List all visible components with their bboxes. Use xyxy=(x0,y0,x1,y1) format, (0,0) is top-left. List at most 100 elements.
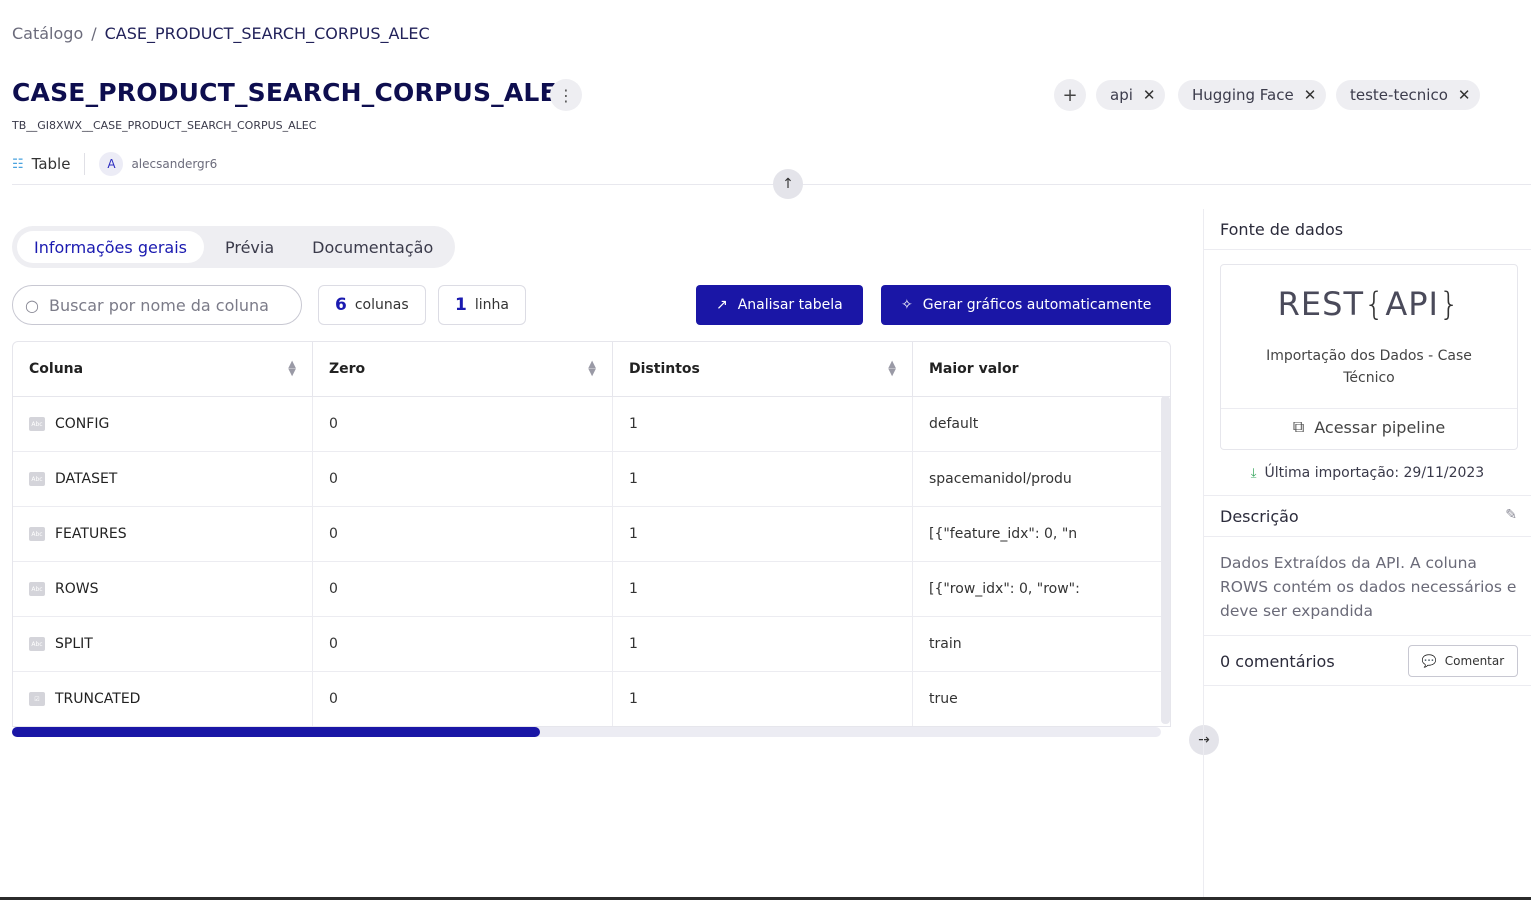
column-name: SPLIT xyxy=(55,636,93,652)
distinct-cell: 1 xyxy=(613,617,913,671)
add-tag-button[interactable]: + xyxy=(1054,79,1086,111)
comment-button[interactable]: 💬 Comentar xyxy=(1408,645,1518,677)
access-pipeline-label: Acessar pipeline xyxy=(1314,417,1446,437)
tag-label: teste-tecnico xyxy=(1350,86,1448,104)
horizontal-scrollbar-thumb[interactable] xyxy=(12,727,540,737)
zero-cell: 0 xyxy=(313,397,613,451)
comment-icon: 💬 xyxy=(1421,654,1437,668)
divider xyxy=(1204,536,1531,537)
last-import: ⤓ Última importação: 29/11/2023 xyxy=(1204,465,1531,481)
zero-cell: 0 xyxy=(313,507,613,561)
text-type-icon: Abc xyxy=(29,417,45,431)
column-search: ○ xyxy=(12,285,302,325)
owner-name[interactable]: alecsandergr6 xyxy=(131,157,217,171)
distinct-cell: 1 xyxy=(613,562,913,616)
more-options-icon[interactable]: ⋮ xyxy=(550,79,582,111)
data-source-card: REST{API} Importação dos Dados - Case Té… xyxy=(1220,264,1518,450)
breadcrumb-current: CASE_PRODUCT_SEARCH_CORPUS_ALEC xyxy=(104,24,430,43)
sort-icon[interactable]: ▲ ▼ xyxy=(888,360,896,378)
search-input[interactable] xyxy=(48,295,279,315)
external-link-icon: ⧉ xyxy=(1292,417,1305,436)
zero-cell: 0 xyxy=(313,617,613,671)
column-name: ROWS xyxy=(55,581,99,597)
zero-cell: 0 xyxy=(313,672,613,726)
tag-teste-tecnico: teste-tecnico ✕ xyxy=(1336,80,1481,110)
trending-up-icon: ↗ xyxy=(716,297,728,313)
data-source-title: Fonte de dados xyxy=(1220,220,1344,239)
description-text: Dados Extraídos da API. A coluna ROWS co… xyxy=(1220,554,1517,620)
tag-api: api ✕ xyxy=(1096,80,1166,110)
table-header: Coluna ▲ ▼ Zero ▲ ▼ Distintos ▲ ▼ Maior val… xyxy=(13,342,1170,397)
divider xyxy=(1204,249,1531,250)
generate-charts-button[interactable]: ✧ Gerar gráficos automaticamente xyxy=(881,285,1172,325)
boolean-type-icon: ☑ xyxy=(29,692,45,706)
table-row[interactable]: Abc DATASET 0 1 spacemanidol/produ xyxy=(13,452,1170,507)
divider xyxy=(1221,408,1517,409)
sort-icon[interactable]: ▲ ▼ xyxy=(588,360,596,378)
header-label: Coluna xyxy=(29,361,84,377)
breadcrumb-separator: / xyxy=(91,24,97,43)
access-pipeline-link[interactable]: ⧉ Acessar pipeline xyxy=(1221,417,1517,437)
logo-rest-text: REST xyxy=(1277,285,1364,323)
max-value-cell: default xyxy=(929,416,979,432)
collapse-header-icon[interactable]: ↑ xyxy=(773,169,803,199)
download-icon: ⤓ xyxy=(1250,465,1257,481)
rows-count-badge: 1 linha xyxy=(438,285,526,325)
divider xyxy=(1204,635,1531,636)
breadcrumb-root[interactable]: Catálogo xyxy=(12,24,83,43)
table-identifier: TB__GI8XWX__CASE_PRODUCT_SEARCH_CORPUS_A… xyxy=(12,119,317,132)
distinct-cell: 1 xyxy=(613,507,913,561)
columns-table: Coluna ▲ ▼ Zero ▲ ▼ Distintos ▲ ▼ Maior val… xyxy=(12,341,1171,727)
vertical-scrollbar[interactable] xyxy=(1161,396,1170,724)
table-row[interactable]: Abc ROWS 0 1 [{"row_idx": 0, "row": xyxy=(13,562,1170,617)
description-title: Descrição xyxy=(1220,507,1299,526)
comment-label: Comentar xyxy=(1444,654,1505,668)
last-import-label: Última importação: 29/11/2023 xyxy=(1264,465,1485,481)
pencil-icon[interactable]: ✎ xyxy=(1505,507,1517,523)
zero-cell: 0 xyxy=(313,452,613,506)
table-row[interactable]: Abc FEATURES 0 1 [{"feature_idx": 0, "n xyxy=(13,507,1170,562)
max-value-cell: [{"feature_idx": 0, "n xyxy=(929,526,1078,542)
columns-label: colunas xyxy=(354,297,409,313)
header-label: Zero xyxy=(329,361,366,377)
column-header-distintos[interactable]: Distintos ▲ ▼ xyxy=(613,342,913,396)
data-source-name: Importação dos Dados - Case Técnico xyxy=(1266,348,1472,386)
zero-cell: 0 xyxy=(313,562,613,616)
divider xyxy=(1204,685,1531,686)
page-title: CASE_PRODUCT_SEARCH_CORPUS_ALEC xyxy=(12,78,576,107)
table-icon: ☷ xyxy=(12,156,24,172)
tag-hugging-face: Hugging Face ✕ xyxy=(1178,80,1327,110)
tag-label: api xyxy=(1110,86,1133,104)
table-meta: ☷ Table A alecsandergr6 xyxy=(12,152,217,176)
distinct-cell: 1 xyxy=(613,452,913,506)
table-row[interactable]: Abc CONFIG 0 1 default xyxy=(13,397,1170,452)
text-type-icon: Abc xyxy=(29,637,45,651)
column-name: TRUNCATED xyxy=(55,691,141,707)
header-label: Maior valor xyxy=(929,361,1019,377)
distinct-cell: 1 xyxy=(613,397,913,451)
tag-label: Hugging Face xyxy=(1192,86,1294,104)
column-header-zero[interactable]: Zero ▲ ▼ xyxy=(313,342,613,396)
max-value-cell: [{"row_idx": 0, "row": xyxy=(929,581,1080,597)
column-name: FEATURES xyxy=(55,526,127,542)
column-header-maior-valor[interactable]: Maior valor xyxy=(913,342,1170,396)
avatar: A xyxy=(99,152,124,176)
search-icon: ○ xyxy=(25,295,39,315)
sort-icon[interactable]: ▲ ▼ xyxy=(288,360,296,378)
tab-bar: Informações gerais Prévia Documentação xyxy=(12,226,456,268)
analyze-table-button[interactable]: ↗ Analisar tabela xyxy=(696,285,863,325)
magic-wand-icon: ✧ xyxy=(901,297,913,313)
table-type-label: Table xyxy=(31,155,71,173)
remove-tag-icon[interactable]: ✕ xyxy=(1304,86,1317,104)
table-row[interactable]: ☑ TRUNCATED 0 1 true xyxy=(13,672,1170,726)
remove-tag-icon[interactable]: ✕ xyxy=(1458,86,1471,104)
max-value-cell: true xyxy=(929,691,958,707)
analyze-table-label: Analisar tabela xyxy=(737,297,843,313)
remove-tag-icon[interactable]: ✕ xyxy=(1143,86,1156,104)
tab-preview[interactable]: Prévia xyxy=(208,231,291,263)
distinct-cell: 1 xyxy=(613,672,913,726)
column-header-coluna[interactable]: Coluna ▲ ▼ xyxy=(13,342,313,396)
tab-documentation[interactable]: Documentação xyxy=(295,231,450,263)
tab-general-info[interactable]: Informações gerais xyxy=(17,231,204,263)
table-row[interactable]: Abc SPLIT 0 1 train xyxy=(13,617,1170,672)
